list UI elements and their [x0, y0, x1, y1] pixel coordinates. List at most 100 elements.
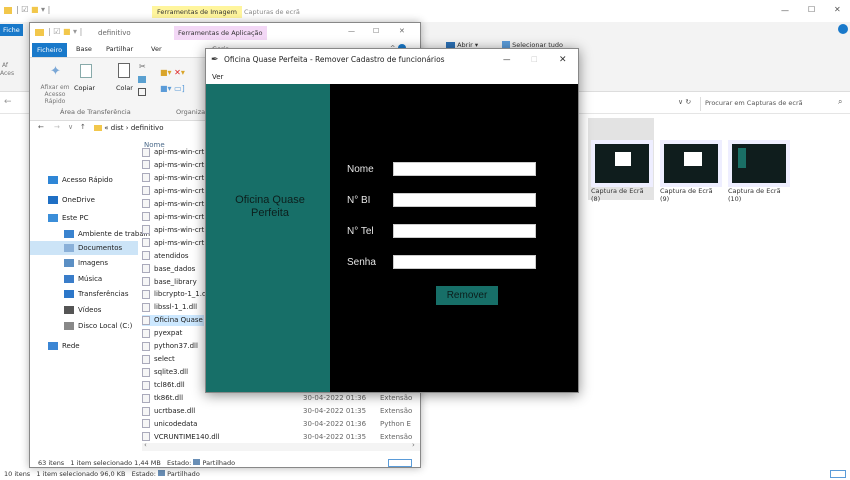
nome-field[interactable]	[393, 162, 536, 176]
file-icon	[142, 199, 150, 209]
sidebar-item[interactable]: Este PC	[30, 211, 138, 225]
scroll-right-icon[interactable]: ›	[412, 441, 415, 449]
forward-arrow-icon[interactable]: →	[54, 123, 60, 131]
file-date: 30-04-2022 01:35	[303, 432, 367, 441]
file-name: atendidos	[154, 251, 189, 260]
pin-icon: ✦	[50, 64, 61, 79]
sidebar-item-label: Acesso Rápido	[62, 176, 113, 184]
sidebar-item[interactable]: Imagens	[30, 256, 138, 270]
minimize-button[interactable]: —	[781, 6, 789, 15]
maximize-button[interactable]: ☐	[373, 27, 379, 35]
thumbnail-image	[660, 140, 722, 187]
sidebar-item[interactable]: OneDrive	[30, 193, 138, 207]
scroll-left-icon[interactable]: ‹	[144, 441, 147, 449]
help-icon[interactable]	[838, 24, 848, 34]
maximize-button[interactable]: ☐	[531, 49, 538, 71]
download-icon	[64, 290, 74, 298]
sidebar-item-label: Ambiente de trabalh	[78, 230, 151, 238]
file-date: 30-04-2022 01:35	[303, 407, 367, 415]
breadcrumb-overflow[interactable]: «	[104, 124, 108, 132]
sidebar-item[interactable]: Documentos	[30, 241, 138, 255]
senha-field[interactable]	[393, 255, 536, 269]
close-button[interactable]: ✕	[399, 27, 405, 35]
thumbnail-item[interactable]: Captura de Ecrã (10)	[728, 140, 790, 203]
menu-ver[interactable]: Ver	[212, 73, 223, 81]
sidebar-item[interactable]: Música	[30, 272, 138, 286]
paste-shortcut-icon[interactable]	[138, 88, 146, 96]
file-type: Extensão	[380, 394, 413, 403]
tel-field[interactable]	[393, 224, 536, 238]
tab-app-tools[interactable]: Ferramentas de Aplicação	[174, 26, 267, 40]
back-arrow-icon[interactable]: ←	[38, 123, 44, 131]
disk-icon	[64, 322, 74, 330]
tab-ferramentas-imagem[interactable]: Ferramentas de Imagem	[152, 6, 242, 18]
file-icon	[142, 367, 150, 377]
label-bi: N° BI	[347, 195, 371, 206]
brand-panel: Oficina Quase Perfeita	[206, 84, 330, 392]
chevron-down-icon[interactable]: ∨	[68, 123, 73, 131]
sidebar-item-label: Vídeos	[78, 306, 102, 314]
sidebar-item[interactable]: Vídeos	[30, 303, 138, 317]
tab-ficheiro-back[interactable]: Fiche	[0, 24, 23, 36]
view-toggle-icon[interactable]	[388, 459, 412, 467]
back-window-titlebar: | ☑ ■ ▾ | Ferramentas de Imagem Capturas…	[0, 0, 850, 22]
cut-icon[interactable]: ✂	[139, 62, 146, 71]
sidebar-item[interactable]: Disco Local (C:)	[30, 319, 138, 333]
list-item[interactable]: VCRUNTIME140.dll 30-04-2022 01:35 Extensão	[142, 432, 422, 443]
tab-partilhar[interactable]: Partilhar	[106, 45, 133, 53]
back-window-title: Capturas de ecrã	[244, 8, 300, 16]
sidebar-item-label: Imagens	[78, 259, 109, 267]
file-name: api-ms-win-crt	[154, 160, 205, 169]
tab-base[interactable]: Base	[76, 45, 92, 53]
breadcrumb-item-definitivo[interactable]: definitivo	[131, 124, 164, 132]
explorer-sidebar: Acesso Rápido OneDrive Este PC Ambiente de …	[30, 137, 150, 437]
copy-to-icon[interactable]: ■▾ ▭]	[160, 84, 185, 93]
maximize-button[interactable]: ☐	[808, 5, 815, 14]
file-name: ucrtbase.dll	[154, 407, 196, 415]
copy-path-icon[interactable]	[138, 76, 146, 83]
tab-ver[interactable]: Ver	[151, 45, 162, 53]
sidebar-item[interactable]: Rede	[30, 339, 138, 353]
move-to-icon[interactable]: ■▾ ✕▾	[160, 68, 185, 77]
breadcrumb-item-dist[interactable]: dist	[111, 124, 124, 132]
tab-ficheiro[interactable]: Ficheiro	[32, 43, 68, 57]
up-arrow-icon[interactable]: ↑	[80, 123, 86, 131]
horizontal-scrollbar[interactable]: ‹ ›	[142, 441, 420, 451]
paste-button[interactable]: Colar	[116, 84, 133, 92]
chevron-down-icon[interactable]: ∨ ↻	[678, 98, 691, 106]
file-name: api-ms-win-crt	[154, 225, 205, 234]
explorer-status-bar: 63 itens 1 item selecionado 1,44 MB Esta…	[30, 457, 420, 469]
file-icon	[142, 160, 150, 170]
close-button[interactable]: ✕	[834, 5, 841, 14]
sidebar-item[interactable]: Acesso Rápido	[30, 173, 138, 187]
sidebar-item[interactable]: Transferências	[30, 287, 138, 301]
thumbnail-item[interactable]: Captura de Ecrã (9)	[660, 140, 722, 203]
pin-button[interactable]: Afixar em Acesso Rápido	[34, 84, 76, 105]
list-item[interactable]: tk86t.dll 30-04-2022 01:36 Extensão	[142, 393, 422, 404]
thumbnail-item[interactable]: Captura de Ecrã (8)	[591, 140, 653, 203]
list-item[interactable]: ucrtbase.dll 30-04-2022 01:35 Extensão	[142, 406, 422, 417]
remove-button[interactable]: Remover	[436, 286, 498, 305]
file-icon	[142, 238, 150, 248]
file-icon	[142, 341, 150, 351]
explorer-titlebar: | ☑ ■ ▾ | definitivo Ferramentas de Apli…	[30, 23, 420, 43]
sidebar-item[interactable]: Ambiente de trabalh	[30, 227, 150, 241]
copy-button[interactable]: Copiar	[74, 84, 95, 92]
view-toggle-icon[interactable]	[830, 470, 846, 478]
thumbnail-image	[591, 140, 653, 187]
list-item[interactable]: unicodedata 30-04-2022 01:36 Python E	[142, 419, 422, 430]
file-icon	[142, 225, 150, 235]
bi-field[interactable]	[393, 193, 536, 207]
explorer-title: definitivo	[98, 29, 131, 37]
back-search-input[interactable]: Procurar em Capturas de ecrã	[700, 97, 842, 111]
file-name: sqlite3.dll	[154, 368, 189, 377]
app-title: Oficina Quase Perfeita - Remover Cadastr…	[224, 55, 445, 64]
quick-access-toolbar: | ☑ ■ ▾ |	[48, 27, 83, 36]
back-arrow-icon[interactable]: ←	[4, 97, 12, 107]
breadcrumb-separator: ›	[125, 124, 129, 132]
list-item[interactable]: Oficina Quase P	[142, 315, 209, 327]
close-button[interactable]: ✕	[559, 49, 567, 71]
minimize-button[interactable]: —	[348, 27, 355, 35]
file-icon	[142, 328, 150, 338]
minimize-button[interactable]: —	[503, 49, 511, 71]
